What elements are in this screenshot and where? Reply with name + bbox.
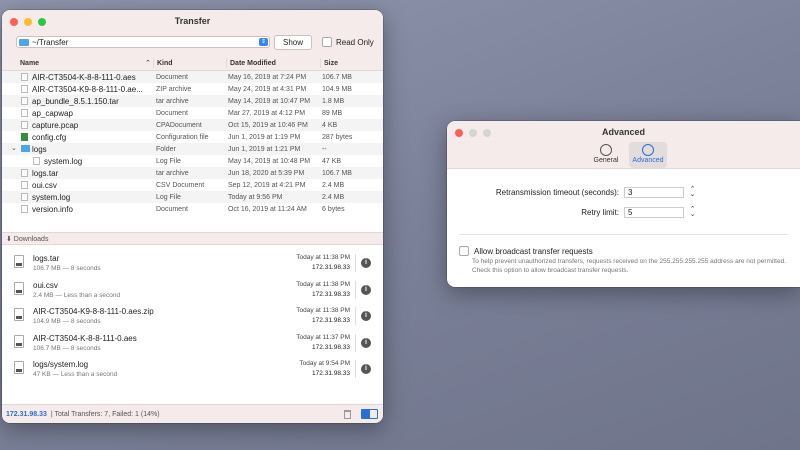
preferences-toolbar: General Advanced xyxy=(587,142,667,168)
document-icon xyxy=(33,157,40,165)
table-row[interactable]: version.info Document Oct 16, 2019 at 11:2… xyxy=(2,203,383,215)
retry-input[interactable]: 5 xyxy=(624,207,684,218)
column-headers: Name ⌃ Kind Date Modified Size xyxy=(2,56,383,70)
sort-chevron-icon: ⌃ xyxy=(145,60,151,67)
table-row[interactable]: config.cfg Configuration file Jun 1, 2019 … xyxy=(2,131,383,143)
retransmission-row: Retransmission timeout (seconds): 3 ⌃ ⌄ xyxy=(447,186,696,198)
downloads-header[interactable]: ⬇ Downloads xyxy=(2,232,383,245)
file-icon xyxy=(14,361,24,374)
column-name[interactable]: Name xyxy=(20,60,39,67)
table-row[interactable]: logs.tar tar archive Jun 18, 2020 at 5:39 … xyxy=(2,167,383,179)
checkbox-box[interactable] xyxy=(459,246,469,256)
window-title: Advanced xyxy=(601,127,645,137)
document-icon xyxy=(21,121,28,129)
info-icon[interactable]: i xyxy=(361,364,371,374)
list-item[interactable]: AIR-CT3504-K9-8-8-111-0.aes.zip 104.9 MB… xyxy=(2,303,383,330)
document-icon xyxy=(21,181,28,189)
column-kind[interactable]: Kind xyxy=(157,60,173,67)
popup-chevron-icon[interactable]: ⇕ xyxy=(259,38,268,46)
retry-row: Retry limit: 5 ⌃ ⌄ xyxy=(447,206,696,218)
document-icon xyxy=(21,109,28,117)
config-file-icon xyxy=(21,133,28,141)
broadcast-description: To help prevent unauthorized transfers, … xyxy=(472,258,787,274)
retry-stepper[interactable]: ⌃ ⌄ xyxy=(689,206,696,218)
layout-toggle-icon[interactable] xyxy=(361,409,378,419)
table-row[interactable]: oui.csv CSV Document Sep 12, 2019 at 4:21 … xyxy=(2,179,383,191)
table-row[interactable]: capture.pcap CPADocument Oct 15, 2019 at 1… xyxy=(2,119,383,131)
document-icon xyxy=(21,73,28,81)
table-row[interactable]: ap_bundle_8.5.1.150.tar tar archive May 14… xyxy=(2,95,383,107)
status-bar: 172.31.98.33 | Total Transfers: 7, Faile… xyxy=(2,404,383,423)
info-icon[interactable]: i xyxy=(361,337,371,348)
read-only-checkbox[interactable]: Read Only xyxy=(322,37,374,47)
folder-icon xyxy=(19,38,29,46)
retransmission-input[interactable]: 3 xyxy=(624,187,684,198)
info-icon[interactable]: i xyxy=(361,311,371,321)
table-row[interactable]: AIR-CT3504-K9-8-8-111-0.ae... ZIP archive… xyxy=(2,83,383,95)
transfer-window: Transfer ~/Transfer ⇕ Show Read Only Nam… xyxy=(2,10,383,423)
broadcast-checkbox[interactable]: Allow broadcast transfer requests xyxy=(459,246,593,256)
checkbox-box[interactable] xyxy=(322,37,332,47)
info-icon[interactable]: i xyxy=(361,284,371,295)
path-text: ~/Transfer xyxy=(32,37,69,47)
status-text: | Total Transfers: 7, Failed: 1 (14%) xyxy=(50,410,160,418)
column-date[interactable]: Date Modified xyxy=(230,60,276,67)
read-only-label: Read Only xyxy=(336,37,374,47)
advanced-titlebar: Advanced General Advanced xyxy=(447,121,800,169)
file-icon xyxy=(14,308,24,321)
file-list: AIR-CT3504-K-8-8-111-0.aes Document May 16… xyxy=(2,71,383,215)
info-icon[interactable]: i xyxy=(361,258,371,268)
table-row[interactable]: AIR-CT3504-K-8-8-111-0.aes Document May 16… xyxy=(2,71,383,83)
path-popup[interactable]: ~/Transfer ⇕ xyxy=(16,36,270,48)
retransmission-stepper[interactable]: ⌃ ⌄ xyxy=(689,186,696,198)
gear-icon xyxy=(600,144,612,156)
downloads-list: logs.tar 106.7 MB — 8 seconds Today at 1… xyxy=(2,250,383,383)
tab-general[interactable]: General xyxy=(587,142,625,168)
table-row[interactable]: system.log Log File May 14, 2019 at 10:48 … xyxy=(2,155,383,167)
folder-icon xyxy=(21,145,30,152)
document-icon xyxy=(21,205,28,213)
file-icon xyxy=(14,281,24,295)
window-title: Transfer xyxy=(174,16,211,26)
document-icon xyxy=(21,193,28,201)
file-icon xyxy=(14,334,24,348)
advanced-window: Advanced General Advanced Retransmission… xyxy=(447,121,800,287)
table-row[interactable]: system.log Log File Today at 9:56 PM 2.4 MB xyxy=(2,191,383,203)
list-item[interactable]: logs.tar 106.7 MB — 8 seconds Today at 1… xyxy=(2,250,383,277)
show-button[interactable]: Show xyxy=(274,35,312,50)
transfer-titlebar: Transfer ~/Transfer ⇕ Show Read Only Nam… xyxy=(2,10,383,71)
list-item[interactable]: AIR-CT3504-K-8-8-111-0.aes 106.7 MB — 8 … xyxy=(2,330,383,357)
list-item[interactable]: logs/system.log 47 KB — Less than a seco… xyxy=(2,356,383,383)
table-row[interactable]: ⌄ logs Folder Jun 1, 2019 at 1:21 PM -- xyxy=(2,143,383,155)
zip-icon xyxy=(21,85,28,93)
broadcast-label: Allow broadcast transfer requests xyxy=(474,246,593,256)
archive-icon xyxy=(21,97,28,105)
gears-icon xyxy=(642,144,654,156)
list-item[interactable]: oui.csv 2.4 MB — Less than a second Toda… xyxy=(2,277,383,304)
file-icon xyxy=(14,255,24,268)
archive-icon xyxy=(21,169,28,177)
retry-label: Retry limit: xyxy=(581,208,619,217)
table-row[interactable]: ap_capwap Document Mar 27, 2019 at 4:12 PM… xyxy=(2,107,383,119)
column-size[interactable]: Size xyxy=(324,60,338,67)
retransmission-label: Retransmission timeout (seconds): xyxy=(495,188,619,197)
trash-icon[interactable] xyxy=(344,410,351,419)
tab-advanced[interactable]: Advanced xyxy=(629,142,667,168)
status-ip[interactable]: 172.31.98.33 xyxy=(6,411,47,418)
disclosure-chevron-icon[interactable]: ⌄ xyxy=(11,144,17,152)
